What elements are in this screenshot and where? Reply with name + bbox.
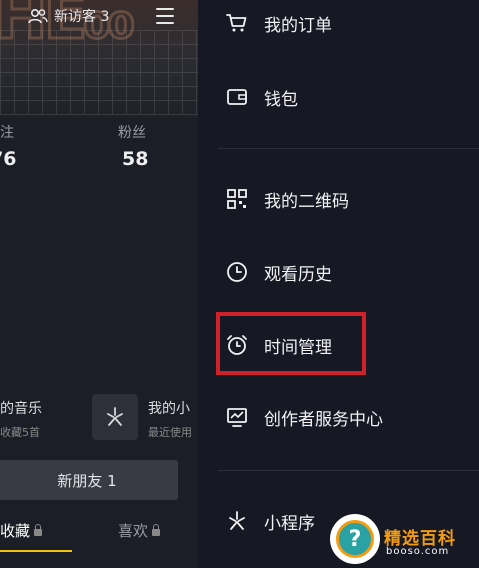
mini-program-tile[interactable]	[92, 394, 138, 440]
menu-item-label: 钱包	[264, 89, 298, 110]
wallet-icon	[226, 86, 248, 108]
banner-grid	[0, 30, 198, 115]
menu-item-wallet[interactable]: 钱包	[226, 83, 298, 111]
watermark-logo: ? 精选百科 booso.com	[318, 508, 479, 568]
cart-icon	[226, 12, 248, 34]
new-visitors-button[interactable]: 新访客 3	[28, 6, 109, 26]
followers-count[interactable]: 58	[122, 148, 148, 170]
following-count[interactable]: 76	[0, 148, 16, 170]
following-label: 关注	[0, 125, 14, 141]
mini-program-icon	[107, 407, 123, 426]
monitor-chart-icon	[226, 406, 248, 428]
tab-like[interactable]: 喜欢	[118, 520, 161, 541]
my-music-subtitle: 收藏5首	[0, 426, 40, 439]
watermark-url: booso.com	[386, 546, 450, 557]
tab-collect[interactable]: 收藏	[0, 520, 43, 541]
my-mini-program-title[interactable]: 我的小	[148, 398, 190, 418]
highlight-box	[216, 312, 366, 375]
menu-item-orders[interactable]: 我的订单	[226, 9, 332, 37]
question-mark-icon: ?	[336, 520, 374, 558]
menu-item-label: 观看历史	[264, 264, 332, 285]
menu-item-label: 我的订单	[264, 15, 332, 36]
my-mini-program-subtitle: 最近使用	[148, 426, 192, 439]
tab-collect-label: 收藏	[0, 522, 31, 540]
menu-item-qrcode[interactable]: 我的二维码	[226, 185, 349, 213]
lock-icon	[34, 523, 43, 536]
my-music-title[interactable]: 的音乐	[0, 398, 42, 418]
menu-item-label: 创作者服务中心	[264, 409, 383, 430]
menu-item-watch-history[interactable]: 观看历史	[226, 258, 332, 286]
followers-label: 粉丝	[118, 125, 146, 141]
side-drawer: 我的订单 钱包 我的二维码 观看历史 时间管理 创作者服务中心 小程序	[198, 0, 479, 568]
menu-item-creator-center[interactable]: 创作者服务中心	[226, 403, 383, 431]
mini-program-icon	[226, 510, 248, 532]
new-friend-button[interactable]: 新朋友 1	[0, 460, 178, 500]
lock-icon	[152, 523, 161, 536]
profile-page: HE₀₀ 新访客 3 关注 76 粉丝 58 的音乐 收藏5首 我的小 最近使用…	[0, 0, 198, 568]
hamburger-menu-icon[interactable]	[156, 8, 174, 24]
active-tab-indicator	[0, 550, 72, 552]
menu-item-mini-program[interactable]: 小程序	[226, 507, 315, 535]
clock-icon	[226, 261, 248, 283]
menu-item-label: 小程序	[264, 513, 315, 534]
visitors-label: 新访客 3	[54, 9, 110, 25]
menu-divider	[218, 148, 479, 149]
menu-divider	[218, 470, 479, 471]
qrcode-icon	[226, 188, 248, 210]
tab-like-label: 喜欢	[118, 522, 149, 540]
people-icon	[28, 8, 48, 24]
menu-item-label: 我的二维码	[264, 191, 349, 212]
